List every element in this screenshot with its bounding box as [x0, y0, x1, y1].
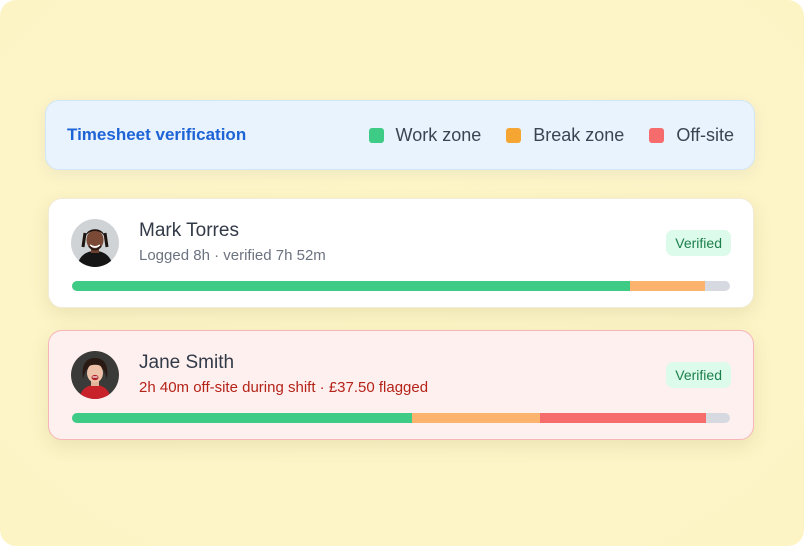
legend-header: Timesheet verification Work zone Break z…	[45, 100, 755, 170]
legend-label-off-site: Off-site	[676, 124, 734, 145]
employee-card-jane-smith[interactable]: Jane Smith 2h 40m off-site during shift …	[48, 330, 754, 440]
off-site-segment	[539, 413, 707, 423]
break-zone-swatch	[506, 127, 522, 143]
legend-label-break-zone: Break zone	[533, 124, 625, 145]
legend-label-work-zone: Work zone	[395, 124, 482, 145]
time-progress-bar	[72, 281, 730, 291]
flag-detail: 2h 40m off-site during shift · £37.50 fl…	[139, 379, 429, 396]
work-zone-segment	[72, 281, 630, 291]
status-badge: Verified	[666, 362, 731, 388]
employee-name: Mark Torres	[139, 220, 239, 241]
legend-item-break-zone: Break zone	[506, 125, 624, 146]
employee-name: Jane Smith	[139, 352, 235, 373]
break-zone-segment	[412, 413, 540, 423]
time-progress-bar	[72, 413, 730, 423]
work-zone-segment	[72, 413, 413, 423]
break-zone-segment	[629, 281, 705, 291]
legend-item-off-site: Off-site	[649, 125, 734, 146]
page-title: Timesheet verification	[67, 125, 247, 144]
status-badge: Verified	[666, 230, 731, 256]
legend-items: Work zone Break zone Off-site	[344, 125, 734, 146]
legend-item-work-zone: Work zone	[368, 124, 482, 146]
employee-detail: Logged 8h · verified 7h 52m	[139, 247, 326, 264]
work-zone-swatch	[368, 127, 384, 143]
off-site-swatch	[649, 127, 665, 143]
avatar	[71, 219, 119, 267]
background-canvas: Timesheet verification Work zone Break z…	[0, 0, 804, 546]
employee-card-mark-torres[interactable]: Mark Torres Logged 8h · verified 7h 52m …	[48, 198, 754, 308]
avatar	[71, 351, 119, 399]
